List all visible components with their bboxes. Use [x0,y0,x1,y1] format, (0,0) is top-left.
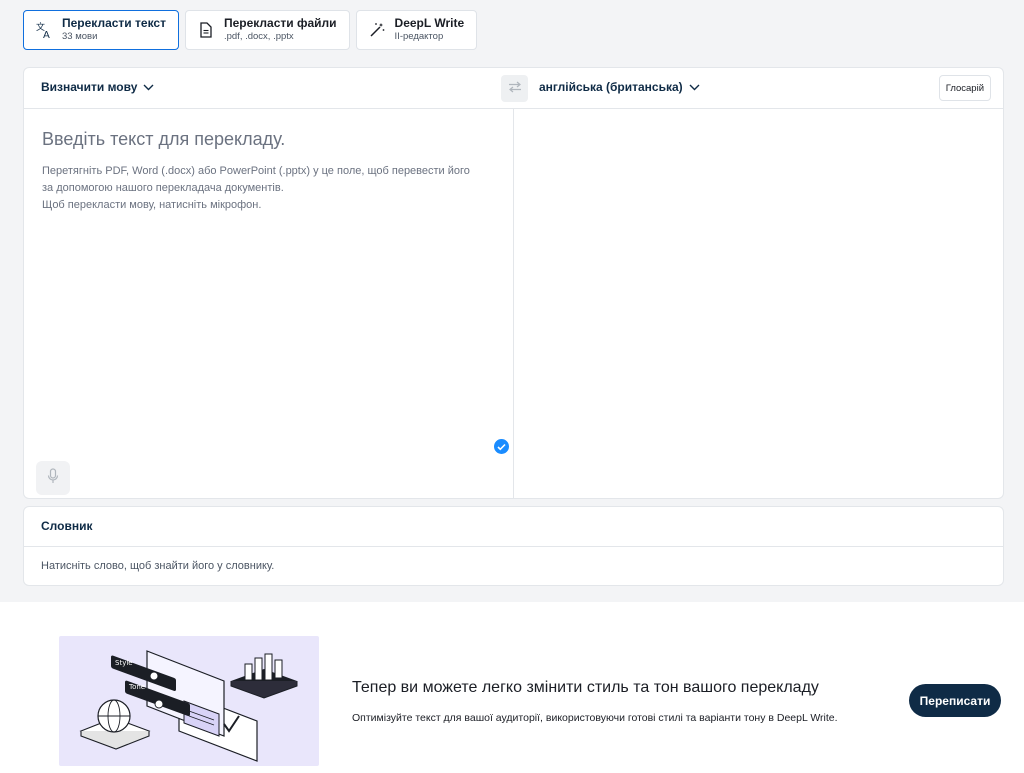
input-placeholder-title: Введіть текст для перекладу. [42,129,286,149]
write-promo-banner: Style Tone Тепер ви можете легко змінити… [0,602,1024,773]
source-language-label: Визначити мову [41,80,138,94]
promo-title: Тепер ви можете легко змінити стиль та т… [352,679,819,696]
promo-illustration: Style Tone [59,636,319,766]
language-bar: Визначити мову англійська (британська) Г… [24,68,1003,109]
microphone-button[interactable] [36,461,70,495]
dictionary-title: Словник [24,507,1003,547]
style-label: Style [115,659,133,667]
chevron-down-icon [143,84,154,91]
target-language-label: англійська (британська) [539,80,683,94]
rewrite-button[interactable]: Переписати [909,684,1001,717]
promo-description: Оптимізуйте текст для вашої аудиторії, в… [352,712,838,724]
source-language-select[interactable]: Визначити мову [41,80,154,94]
magic-wand-icon [367,20,387,40]
swap-languages-button[interactable] [501,75,528,102]
svg-text:A: A [43,30,50,39]
input-placeholder-hint: Перетягніть PDF, Word (.docx) або PowerP… [42,163,482,214]
tab-title: DeepL Write [394,16,465,30]
hint-line: Щоб перекласти мову, натисніть мікрофон. [42,199,262,211]
tab-title: Перекласти файли [223,16,337,30]
tab-subtitle: .pdf, .docx, .pptx [223,31,294,42]
tab-deepl-write[interactable]: DeepL Write ІІ-редактор [355,10,478,50]
tab-subtitle: ІІ-редактор [394,31,444,42]
swap-icon [508,80,522,98]
tab-subtitle: 33 мови [62,31,98,42]
hint-line: Перетягніть PDF, Word (.docx) або PowerP… [42,165,470,194]
dictionary-panel: Словник Натисніть слово, щоб знайти його… [23,506,1004,586]
mode-tabs: 文 A Перекласти текст 33 мови Перекласти … [23,10,478,50]
dictionary-hint: Натисніть слово, щоб знайти його у словн… [41,560,275,572]
tab-title: Перекласти текст [62,16,166,30]
tab-translate-text[interactable]: 文 A Перекласти текст 33 мови [23,10,179,50]
document-icon [196,20,216,40]
tab-translate-files[interactable]: Перекласти файли .pdf, .docx, .pptx [184,10,350,50]
check-icon [494,439,509,454]
translate-icon: 文 A [34,20,54,40]
target-language-select[interactable]: англійська (британська) [539,80,700,94]
translator-panel: Визначити мову англійська (британська) Г… [23,67,1004,499]
glossary-button[interactable]: Глосарій [938,75,991,101]
tone-label: Tone [128,683,145,691]
source-text-input[interactable]: Введіть текст для перекладу. Перетягніть… [24,109,514,498]
microphone-icon [47,467,59,489]
chevron-down-icon [689,84,700,91]
